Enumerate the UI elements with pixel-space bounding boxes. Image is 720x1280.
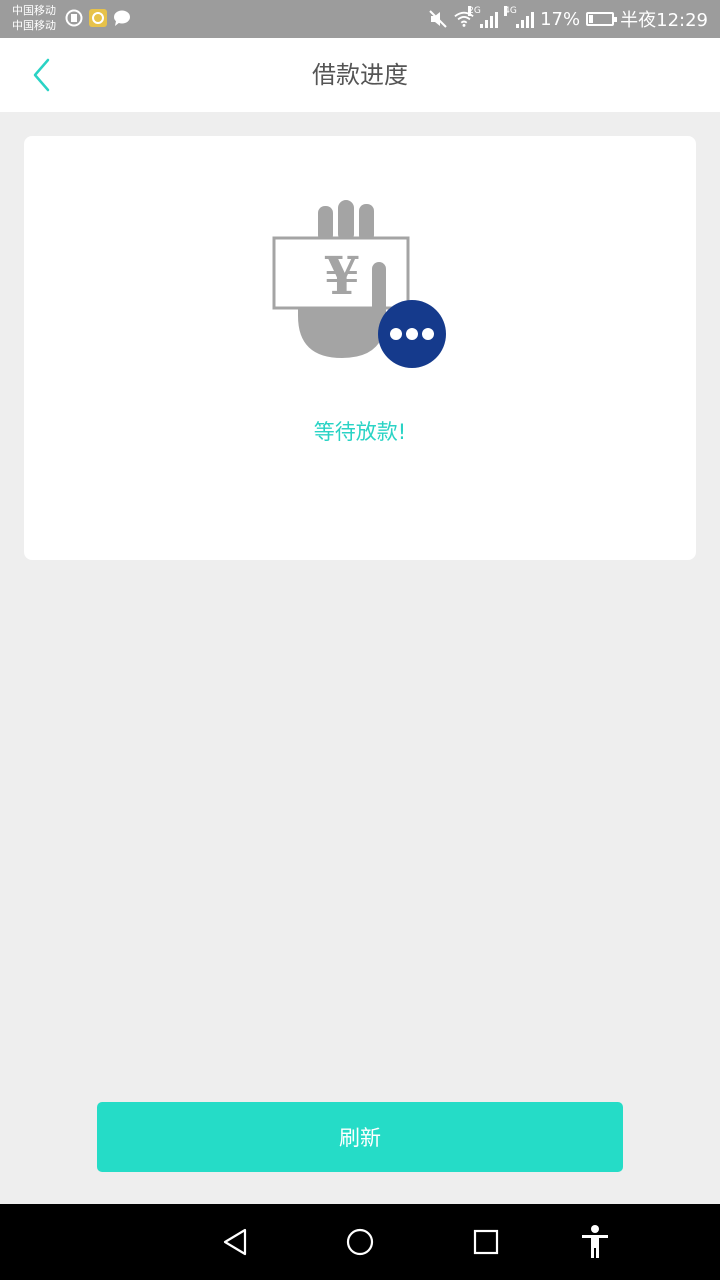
signal-4g-icon: 4G <box>504 6 535 28</box>
carrier-1: 中国移动 <box>12 4 56 17</box>
net-type-2: 4G <box>504 6 517 16</box>
status-bar: 中国移动 中国移动 2G 4G 17% 半夜12:29 <box>0 0 720 38</box>
refresh-button[interactable]: 刷新 <box>97 1102 623 1172</box>
status-indicators: 2G 4G 17% 半夜12:29 <box>428 0 708 38</box>
clock: 半夜12:29 <box>620 10 708 31</box>
home-circle-icon <box>346 1228 374 1256</box>
carrier-2: 中国移动 <box>12 19 56 32</box>
nav-back-button[interactable] <box>217 1224 253 1260</box>
back-triangle-icon <box>223 1228 247 1256</box>
recents-square-icon <box>473 1229 499 1255</box>
signal-2g-icon: 2G <box>468 6 499 28</box>
system-nav-bar <box>0 1204 720 1280</box>
nav-accessibility-button[interactable] <box>577 1224 613 1260</box>
carrier-labels: 中国移动 中国移动 <box>12 3 56 33</box>
yen-symbol: ¥ <box>324 246 360 307</box>
mute-icon <box>428 9 448 29</box>
message-icon <box>112 8 132 28</box>
page-title: 借款进度 <box>312 61 408 89</box>
nav-home-button[interactable] <box>342 1224 378 1260</box>
net-type-1: 2G <box>468 6 481 16</box>
notification-icons <box>64 8 132 28</box>
waiting-payment-illustration: ¥ <box>272 200 446 368</box>
loan-status-text: 等待放款! <box>313 420 407 444</box>
yellow-app-icon <box>88 8 108 28</box>
battery-percent: 17% <box>540 8 581 30</box>
loan-status-card: ¥ 等待放款! <box>24 136 696 560</box>
chevron-left-icon <box>33 58 50 92</box>
back-button[interactable] <box>22 54 62 96</box>
app-header: 借款进度 <box>0 38 720 112</box>
battery-icon <box>586 12 618 26</box>
nav-recents-button[interactable] <box>468 1224 504 1260</box>
accessibility-icon <box>582 1225 608 1258</box>
app-notification-icon <box>64 8 84 28</box>
